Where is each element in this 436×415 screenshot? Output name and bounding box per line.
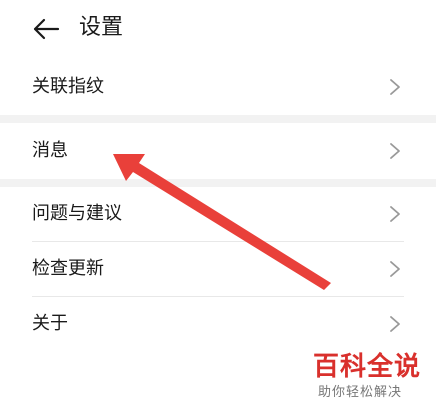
menu-item-label: 关联指纹: [32, 76, 104, 97]
menu-item-about[interactable]: 关于: [0, 296, 436, 352]
menu-item-check-update[interactable]: 检查更新: [0, 241, 436, 297]
menu-item-label: 关于: [32, 313, 68, 334]
chevron-right-icon: [390, 316, 400, 332]
menu-item-label: 问题与建议: [32, 203, 122, 224]
chevron-right-icon: [390, 79, 400, 95]
menu-item-label: 检查更新: [32, 258, 104, 279]
menu-item-messages[interactable]: 消息: [0, 123, 436, 179]
watermark-slogan: 助你轻松解决: [318, 385, 403, 400]
header-bar: 设置: [0, 0, 436, 58]
section-separator: [0, 115, 436, 123]
back-arrow-icon[interactable]: [32, 17, 60, 41]
chevron-right-icon: [390, 261, 400, 277]
menu-item-label: 消息: [32, 140, 68, 161]
page-title: 设置: [79, 15, 124, 40]
chevron-right-icon: [390, 206, 400, 222]
chevron-right-icon: [390, 143, 400, 159]
menu-item-fingerprint[interactable]: 关联指纹: [0, 59, 436, 115]
watermark-logo-text: 百科全说: [313, 352, 422, 382]
menu-item-feedback[interactable]: 问题与建议: [0, 186, 436, 242]
